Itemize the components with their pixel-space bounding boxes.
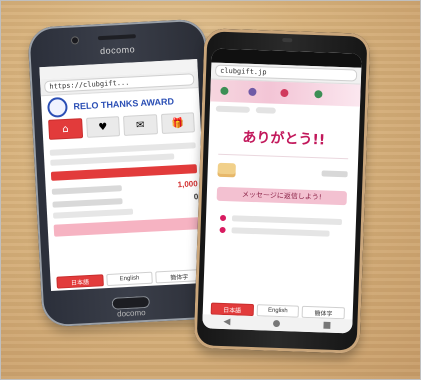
value-label-placeholder xyxy=(52,197,123,208)
phone-right-speaker xyxy=(282,37,293,43)
phone-right: clubgift.jp ありがとう!! メッセージに返信しよう! 日本語 Eng… xyxy=(193,28,371,354)
award-medal-icon xyxy=(46,96,68,118)
phone-right-screen: clubgift.jp ありがとう!! メッセージに返信しよう! 日本語 Eng… xyxy=(202,48,362,334)
phone-left-screen: https://clubgift... RELO THANKS AWARD ⌂ … xyxy=(39,59,209,291)
phone-left: docomo https://clubgift... RELO THANKS A… xyxy=(27,18,221,328)
points-placeholder xyxy=(321,170,348,178)
heart-icon: ♥ xyxy=(85,116,121,138)
red-banner xyxy=(50,164,198,181)
lang-button: 日本語 xyxy=(56,274,104,289)
phone-left-content: 1,000 0 xyxy=(43,132,206,237)
lang-button: English xyxy=(105,271,154,287)
recents-icon: ■ xyxy=(322,320,332,331)
header-placeholder xyxy=(215,105,250,113)
leaf-icon xyxy=(220,86,229,96)
bullet-icon xyxy=(219,214,227,222)
photo: docomo https://clubgift... RELO THANKS A… xyxy=(0,0,421,380)
pink-banner xyxy=(53,217,201,237)
value-amount: 1,000 xyxy=(177,179,198,190)
content-line xyxy=(50,153,175,166)
divider xyxy=(218,153,349,160)
phone-right-url-text: clubgift.jp xyxy=(214,64,358,82)
gift-row xyxy=(207,162,357,181)
list-item xyxy=(219,214,343,226)
phone-left-site-title: RELO THANKS AWARD xyxy=(73,96,175,112)
home-icon: ⌂ xyxy=(48,118,83,140)
header-placeholder xyxy=(255,107,276,114)
leaf-icon xyxy=(280,88,289,98)
list-text-placeholder xyxy=(231,227,330,237)
back-icon: ◀ xyxy=(223,317,231,328)
home-icon: ● xyxy=(272,318,281,330)
cake-icon xyxy=(217,162,236,178)
leaf-icon xyxy=(314,90,323,99)
value-label-placeholder xyxy=(51,184,122,195)
list-text-placeholder xyxy=(231,215,343,226)
leaf-icon xyxy=(248,87,257,97)
content-line xyxy=(52,208,134,219)
mail-icon: ✉ xyxy=(123,114,158,136)
gift-icon: 🎁 xyxy=(160,112,195,134)
tips-list xyxy=(206,200,357,237)
list-item xyxy=(219,226,342,237)
value-row: 0 xyxy=(52,192,199,209)
thanks-title: ありがとう!! xyxy=(242,129,326,149)
bullet-icon xyxy=(219,226,226,234)
